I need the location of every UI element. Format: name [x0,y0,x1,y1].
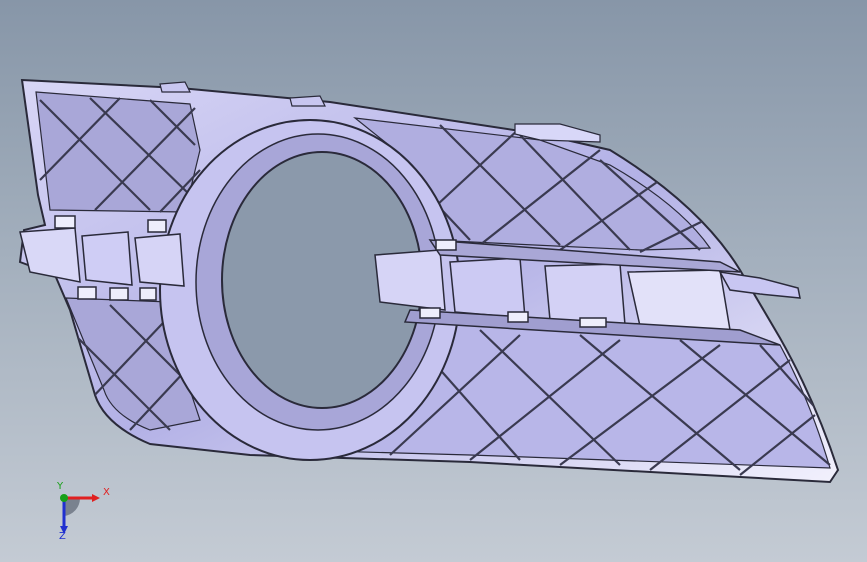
upper-left-grille [35,91,201,213]
triad-y-label: Y [57,481,64,492]
y-axis-dot [60,494,68,502]
triad-x-label: X [103,487,110,498]
x-axis-arrow [92,494,100,502]
triad-z-label: Z [59,531,66,542]
graphics-viewport[interactable]: X Y Z [0,0,867,562]
fog-lamp-bezel-model[interactable] [0,0,867,562]
